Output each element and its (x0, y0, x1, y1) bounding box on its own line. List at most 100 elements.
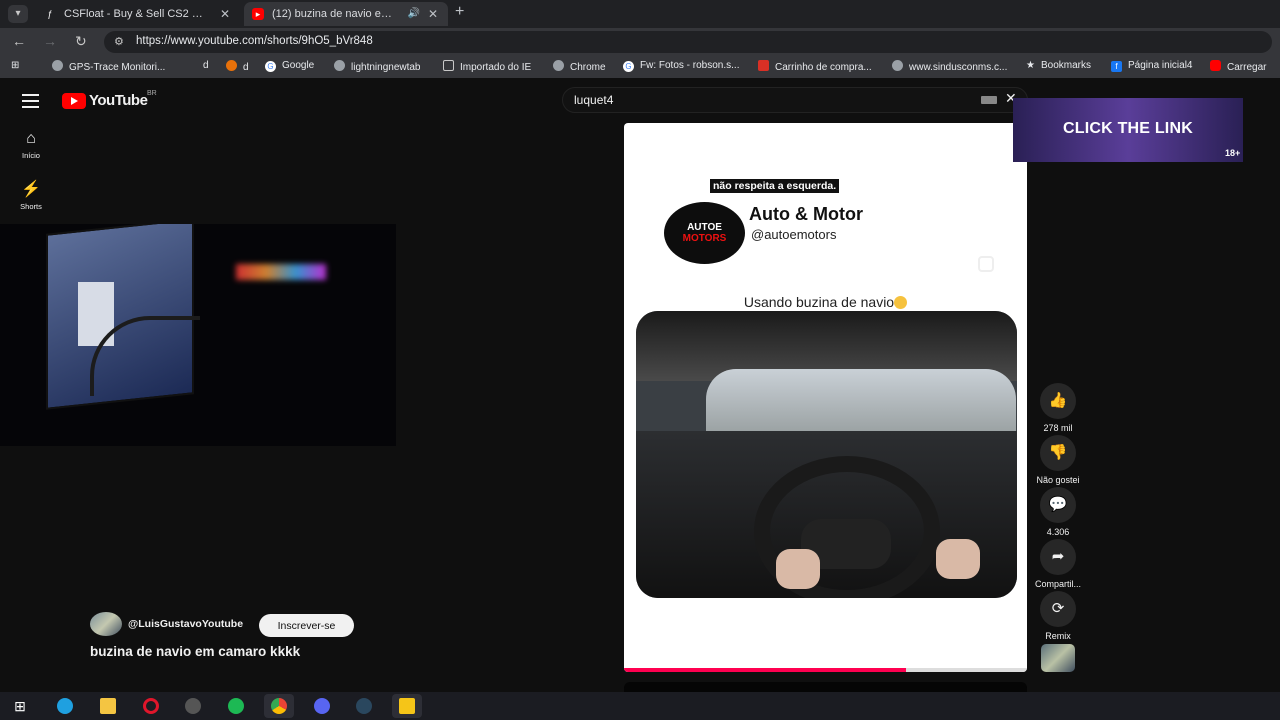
menu-icon[interactable] (22, 94, 39, 112)
address-bar[interactable]: ⚙ https://www.youtube.com/shorts/9hO5_bV… (104, 31, 1272, 53)
sponsor-banner[interactable]: CLICK THE LINK 18+ (1013, 98, 1243, 162)
short-player[interactable]: não respeita a esquerda. AUTOE MOTORS Au… (624, 123, 1027, 672)
back-icon[interactable]: ← (12, 33, 26, 49)
video-channel-handle: @autoemotors (751, 227, 837, 242)
bookmark-google[interactable]: G Google (265, 60, 314, 72)
taskbar: ⊞ (0, 692, 1280, 720)
nav-shorts[interactable]: ⚡ Shorts (12, 179, 50, 211)
search-input[interactable]: luquet4 ✕ (562, 87, 1028, 113)
share-button[interactable]: ➦ Compartil... (1030, 539, 1086, 589)
sponsor-text: CLICK THE LINK (1063, 120, 1193, 137)
video-progress-bar[interactable] (624, 668, 1027, 672)
star-icon: ★ (1026, 60, 1035, 71)
bookmark-folder-ie[interactable]: Importado do IE (443, 60, 531, 73)
uploader-handle[interactable]: @LuisGustavoYoutube (128, 618, 243, 630)
bookmark-fotos[interactable]: G Fw: Fotos - robson.s... (623, 60, 739, 72)
video-caption: não respeita a esquerda. (710, 179, 840, 193)
tab-youtube[interactable]: ▸ (12) buzina de navio em camaro kkkk - … (244, 2, 448, 26)
forward-icon[interactable]: → (43, 33, 57, 49)
youtube-icon: ▸ (252, 8, 264, 20)
share-icon: ➦ (1040, 539, 1076, 575)
youtube-icon (1210, 60, 1221, 71)
like-icon: 👍 (1040, 383, 1076, 419)
bookmarks-bar: ⊞ GPS-Trace Monitori... d d G Google ligh… (0, 56, 1280, 78)
folder-icon (443, 60, 454, 71)
reload-icon[interactable]: ↻ (75, 33, 87, 50)
discord-icon[interactable] (307, 694, 337, 718)
shorts-icon: ⚡ (21, 181, 41, 198)
video-channel-name: Auto & Motor (749, 204, 863, 224)
search-query: luquet4 (574, 93, 614, 107)
tab-csfloat[interactable]: ƒ CSFloat - Buy & Sell CS2 Skins ✕ (36, 2, 240, 26)
remix-icon: ⟳ (1040, 591, 1076, 627)
browser-toolbar: ← → ↻ ⚙ https://www.youtube.com/shorts/9… (0, 28, 1280, 56)
bookmark-facebook[interactable]: f Página inicial4 (1111, 60, 1193, 72)
video-frame (636, 311, 1017, 598)
remix-button[interactable]: ⟳ Remix (1030, 591, 1086, 641)
dislike-icon: 👎 (1040, 435, 1076, 471)
video-progress-fill (624, 668, 907, 672)
webcam-overlay (0, 224, 396, 446)
opera-icon[interactable] (136, 694, 166, 718)
webcam-lights (236, 264, 326, 280)
new-tab-button[interactable]: + (455, 3, 464, 21)
next-short-preview (624, 682, 1027, 692)
close-icon[interactable]: ✕ (428, 2, 438, 26)
comment-count: 4.306 (1046, 527, 1070, 537)
edge-icon[interactable] (50, 694, 80, 718)
globe-icon (553, 60, 564, 71)
facebook-icon: f (1111, 61, 1122, 72)
like-count: 278 mil (1043, 423, 1073, 433)
globe-icon (892, 60, 903, 71)
keyboard-icon[interactable] (981, 96, 997, 104)
dislike-label: Não gostei (1036, 475, 1080, 485)
app-icon[interactable] (392, 694, 422, 718)
right-hand (936, 539, 980, 579)
comments-button[interactable]: 💬 4.306 (1030, 487, 1086, 537)
comment-icon: 💬 (1040, 487, 1076, 523)
tab-search-button[interactable]: ▾ (8, 5, 28, 23)
youtube-play-icon (62, 93, 86, 109)
tab-strip: ▾ ƒ CSFloat - Buy & Sell CS2 Skins ✕ ▸ (… (0, 0, 1280, 28)
bookmark-carregar[interactable]: Carregar (1210, 60, 1266, 73)
instagram-icon (978, 256, 994, 272)
spotify-icon[interactable] (221, 694, 251, 718)
bookmark-chrome[interactable]: Chrome (553, 60, 606, 73)
sound-thumbnail[interactable] (1041, 644, 1075, 672)
bookmark-d2[interactable]: d (226, 60, 249, 73)
close-icon[interactable]: ✕ (220, 2, 230, 26)
url-text: https://www.youtube.com/shorts/9hO5_bVr8… (136, 35, 373, 47)
bookmark-carrinho[interactable]: Carrinho de compra... (758, 60, 872, 73)
globe-icon (52, 60, 63, 71)
site-info-icon[interactable]: ⚙ (114, 35, 124, 48)
csfloat-icon: ƒ (47, 9, 53, 19)
bookmark-lightning[interactable]: lightningnewtab (334, 60, 421, 73)
dislike-button[interactable]: 👎 Não gostei (1030, 435, 1086, 485)
apps-icon[interactable]: ⊞ (11, 60, 19, 71)
globe-icon (334, 60, 345, 71)
home-icon: ⌂ (26, 130, 36, 147)
chrome-icon[interactable] (264, 694, 294, 718)
windows-start-icon[interactable]: ⊞ (5, 694, 35, 718)
video-overlay-title: Usando buzina de navio (624, 294, 1027, 310)
like-button[interactable]: 👍 278 mil (1030, 383, 1086, 433)
left-hand (776, 549, 820, 589)
bookmark-sinduscon[interactable]: www.sindusconms.c... (892, 60, 1007, 73)
app-icon[interactable] (178, 694, 208, 718)
avatar[interactable] (90, 612, 122, 636)
remix-label: Remix (1045, 631, 1071, 641)
nav-home[interactable]: ⌂ Início (12, 130, 50, 160)
age-badge: 18+ (1225, 148, 1241, 158)
tab-label: CSFloat - Buy & Sell CS2 Skins (64, 8, 206, 20)
google-icon: G (623, 61, 634, 72)
store-icon (758, 60, 769, 71)
bookmark-gps[interactable]: GPS-Trace Monitori... (52, 60, 165, 73)
subscribe-button[interactable]: Inscrever-se (259, 614, 354, 637)
channel-logo: AUTOE MOTORS (664, 202, 745, 264)
bookmark-bookmarks[interactable]: ★ Bookmarks (1026, 60, 1091, 71)
favicon-icon (226, 60, 237, 71)
file-explorer-icon[interactable] (93, 694, 123, 718)
speaker-icon[interactable]: 🔊 (408, 2, 420, 26)
steam-icon[interactable] (349, 694, 379, 718)
bookmark-d1[interactable]: d (203, 60, 209, 71)
